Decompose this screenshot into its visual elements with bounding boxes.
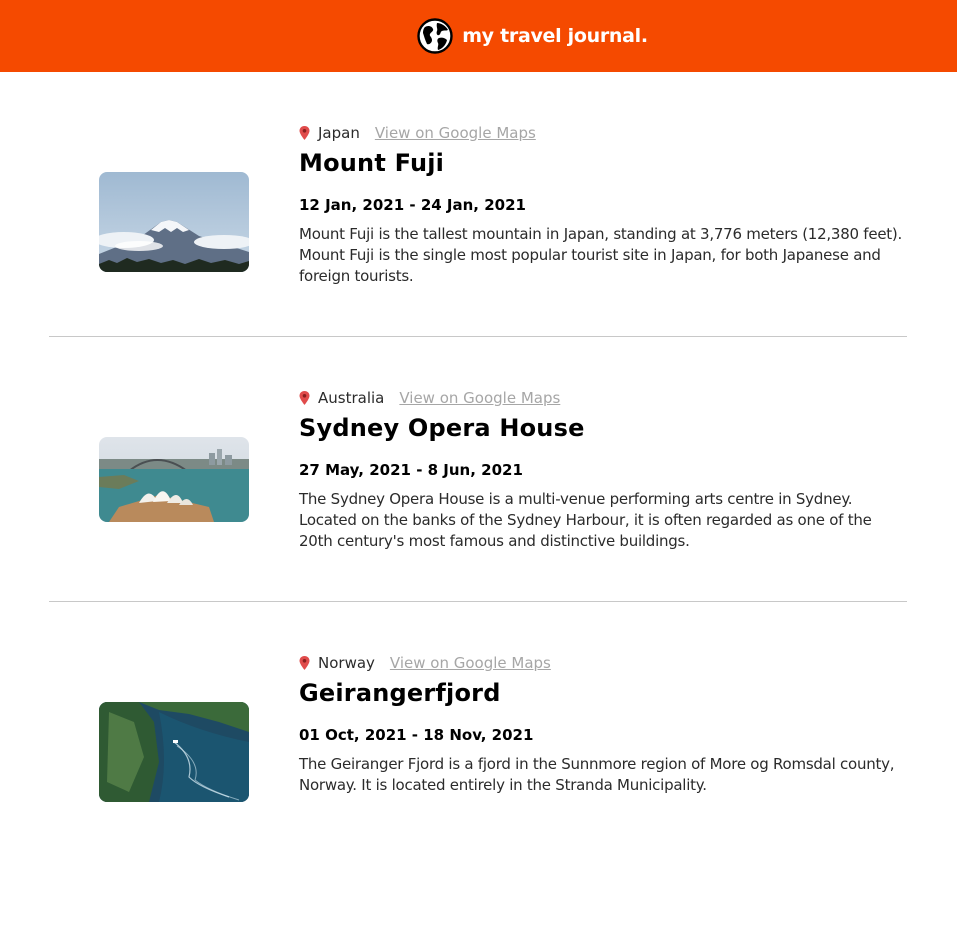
geirangerfjord-photo [99, 702, 249, 802]
trip-dates: 01 Oct, 2021 - 18 Nov, 2021 [299, 726, 534, 744]
app-header: my travel journal. [0, 0, 957, 72]
country-label: Norway [318, 654, 375, 672]
location-row: Japan View on Google Maps [299, 122, 907, 144]
entry-content: Norway View on Google Maps Geirangerfjor… [299, 652, 907, 796]
trip-dates: 12 Jan, 2021 - 24 Jan, 2021 [299, 196, 526, 214]
app-title: my travel journal. [462, 25, 648, 47]
entry-description: The Sydney Opera House is a multi-venue … [299, 490, 872, 550]
entry-content: Australia View on Google Maps Sydney Ope… [299, 387, 907, 552]
trip-dates: 27 May, 2021 - 8 Jun, 2021 [299, 461, 523, 479]
location-pin-icon [299, 656, 310, 670]
entry-description: Mount Fuji is the tallest mountain in Ja… [299, 225, 903, 285]
entry-description: The Geiranger Fjord is a fjord in the Su… [299, 755, 895, 794]
brand: my travel journal. [417, 18, 648, 54]
location-row: Norway View on Google Maps [299, 652, 907, 674]
globe-icon [417, 18, 453, 54]
country-label: Australia [318, 389, 385, 407]
sydney-opera-house-photo [99, 437, 249, 522]
location-pin-icon [299, 126, 310, 140]
entry-divider [49, 601, 907, 602]
country-label: Japan [318, 124, 360, 142]
google-maps-link[interactable]: View on Google Maps [390, 654, 551, 672]
entry-title: Geirangerfjord [299, 679, 501, 707]
location-pin-icon [299, 391, 310, 405]
google-maps-link[interactable]: View on Google Maps [375, 124, 536, 142]
entry-title: Sydney Opera House [299, 414, 585, 442]
entry-divider [49, 336, 907, 337]
location-row: Australia View on Google Maps [299, 387, 907, 409]
entry-title: Mount Fuji [299, 149, 445, 177]
entry-content: Japan View on Google Maps Mount Fuji 12 … [299, 122, 907, 287]
mount-fuji-photo [99, 172, 249, 272]
google-maps-link[interactable]: View on Google Maps [399, 389, 560, 407]
